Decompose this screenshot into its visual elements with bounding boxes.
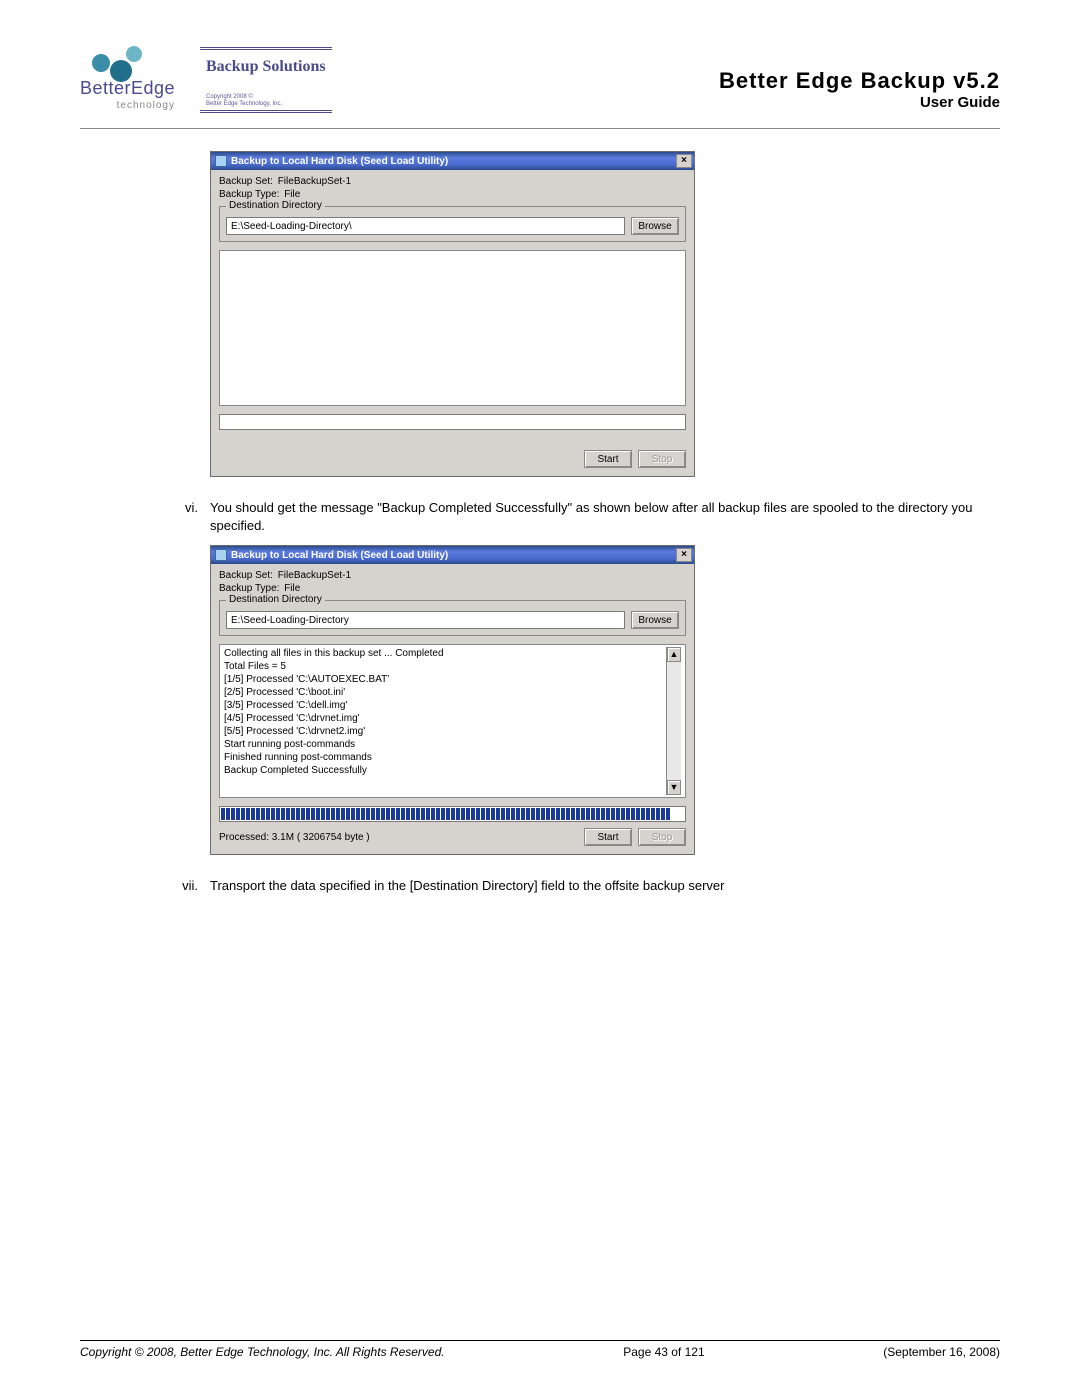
type-label: Backup Type: [219, 189, 279, 200]
footer-page: Page 43 of 121 [445, 1345, 884, 1359]
document-page: BetterEdge technology Backup Solutions C… [0, 0, 1080, 1397]
step-vii: vii. Transport the data specified in the… [170, 877, 1000, 895]
type-label: Backup Type: [219, 583, 279, 594]
log-line: Total Files = 5 [224, 660, 666, 673]
scroll-track[interactable] [667, 662, 681, 780]
content: Backup to Local Hard Disk (Seed Load Uti… [90, 151, 1000, 896]
processed-status: Processed: 3.1M ( 3206754 byte ) [219, 832, 370, 843]
log-line: Start running post-commands [224, 738, 666, 751]
log-line: [4/5] Processed 'C:\drvnet.img' [224, 712, 666, 725]
seed-load-window-2: Backup to Local Hard Disk (Seed Load Uti… [210, 545, 695, 855]
window-body: Backup Set: FileBackupSet-1 Backup Type:… [211, 170, 694, 476]
browse-button[interactable]: Browse [631, 217, 679, 235]
log-line: Collecting all files in this backup set … [224, 647, 666, 660]
footer-date: (September 16, 2008) [883, 1345, 1000, 1359]
backup-solutions-block: Backup Solutions Copyright 2008 © Better… [200, 47, 332, 113]
destination-input[interactable] [226, 217, 625, 235]
step-text: Transport the data specified in the [Des… [210, 877, 1000, 895]
log-area: Collecting all files in this backup set … [219, 644, 686, 798]
doc-title: Better Edge Backup v5.2 [719, 68, 1000, 94]
app-icon [215, 549, 227, 561]
progress-bar-full [219, 806, 686, 822]
doc-subtitle: User Guide [719, 94, 1000, 111]
scroll-up-icon[interactable]: ▲ [667, 647, 681, 662]
dest-legend: Destination Directory [226, 200, 325, 211]
step-text: You should get the message "Backup Compl… [210, 499, 1000, 535]
log-line: [5/5] Processed 'C:\drvnet2.img' [224, 725, 666, 738]
log-line: Backup Completed Successfully [224, 764, 666, 777]
window-title: Backup to Local Hard Disk (Seed Load Uti… [231, 156, 448, 167]
scroll-down-icon[interactable]: ▼ [667, 780, 681, 795]
page-footer: Copyright © 2008, Better Edge Technology… [80, 1340, 1000, 1359]
log-line: [2/5] Processed 'C:\boot.ini' [224, 686, 666, 699]
log-lines: Collecting all files in this backup set … [224, 647, 666, 795]
bs-title: Backup Solutions [206, 58, 326, 76]
titlebar[interactable]: Backup to Local Hard Disk (Seed Load Uti… [211, 152, 694, 170]
step-vi: vi. You should get the message "Backup C… [170, 499, 1000, 535]
seed-load-window-1: Backup to Local Hard Disk (Seed Load Uti… [210, 151, 695, 477]
window-body: Backup Set: FileBackupSet-1 Backup Type:… [211, 564, 694, 854]
destination-input[interactable] [226, 611, 625, 629]
bs-copy2: Better Edge Technology, Inc. [206, 101, 326, 108]
footer-copyright: Copyright © 2008, Better Edge Technology… [80, 1345, 445, 1359]
log-line: Finished running post-commands [224, 751, 666, 764]
close-icon[interactable]: × [676, 154, 692, 168]
log-area-empty [219, 250, 686, 406]
logo-text: BetterEdge [80, 78, 175, 99]
page-header: BetterEdge technology Backup Solutions C… [80, 40, 1000, 129]
set-label: Backup Set: [219, 570, 273, 581]
header-right: Better Edge Backup v5.2 User Guide [719, 40, 1000, 111]
window-title: Backup to Local Hard Disk (Seed Load Uti… [231, 550, 448, 561]
progress-bar-empty [219, 414, 686, 430]
start-button[interactable]: Start [584, 450, 632, 468]
titlebar[interactable]: Backup to Local Hard Disk (Seed Load Uti… [211, 546, 694, 564]
stop-button: Stop [638, 828, 686, 846]
type-value: File [284, 189, 300, 200]
stop-button: Stop [638, 450, 686, 468]
destination-fieldset: Destination Directory Browse [219, 206, 686, 242]
app-icon [215, 155, 227, 167]
log-line: [3/5] Processed 'C:\dell.img' [224, 699, 666, 712]
close-icon[interactable]: × [676, 548, 692, 562]
step-marker: vii. [170, 877, 210, 895]
betteredge-logo-icon: BetterEdge technology [80, 40, 175, 120]
log-line: [1/5] Processed 'C:\AUTOEXEC.BAT' [224, 673, 666, 686]
set-value: FileBackupSet-1 [278, 176, 351, 187]
type-value: File [284, 583, 300, 594]
destination-fieldset: Destination Directory Browse [219, 600, 686, 636]
browse-button[interactable]: Browse [631, 611, 679, 629]
log-scrollbar[interactable]: ▲ ▼ [666, 647, 681, 795]
dest-legend: Destination Directory [226, 594, 325, 605]
set-label: Backup Set: [219, 176, 273, 187]
step-marker: vi. [170, 499, 210, 535]
set-value: FileBackupSet-1 [278, 570, 351, 581]
logo-sub: technology [117, 100, 175, 111]
bs-copy1: Copyright 2008 © [206, 94, 326, 101]
start-button[interactable]: Start [584, 828, 632, 846]
logo-block: BetterEdge technology Backup Solutions C… [80, 40, 332, 120]
